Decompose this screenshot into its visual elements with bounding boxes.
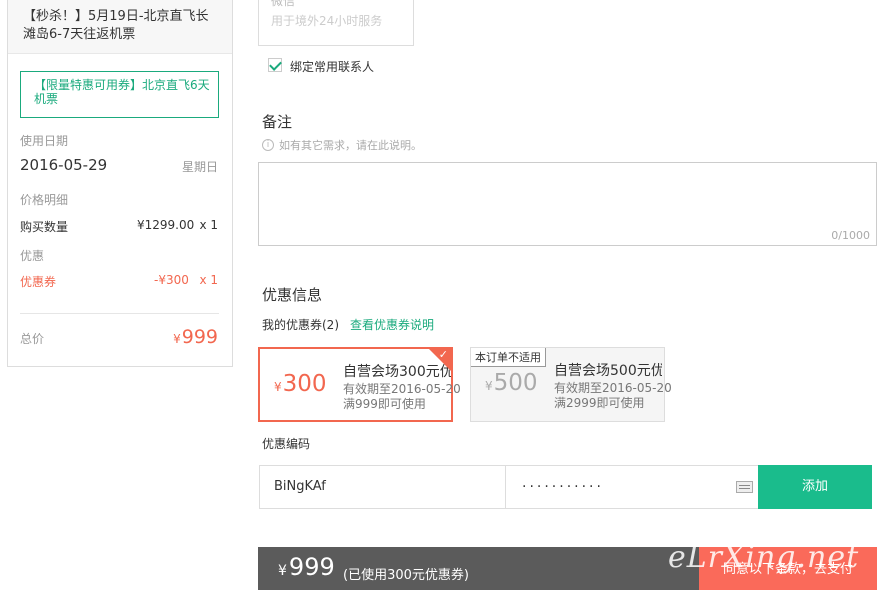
coupon-section-title: 优惠信息: [262, 286, 323, 304]
info-icon: i: [262, 139, 274, 151]
total-price: ¥999: [173, 326, 218, 348]
remark-title: 备注: [262, 113, 293, 131]
total-currency: ¥: [173, 332, 181, 346]
my-coupons-label: 我的优惠券(2): [262, 318, 339, 332]
watermark: eLrXing.net: [668, 540, 860, 575]
wechat-field[interactable]: 微信 用于境外24小时服务: [258, 0, 414, 46]
qty-value: x 1: [199, 218, 218, 232]
order-summary-panel: 【秒杀！】5月19日-北京直飞长滩岛6-7天往返机票 【限量特惠可用券】北京直飞…: [7, 0, 233, 367]
unit-price: ¥1299.00: [137, 218, 195, 232]
bind-contact-checkbox[interactable]: [268, 58, 282, 72]
coupon-currency: ¥: [485, 379, 493, 393]
coupon-discount-amount: -¥300: [154, 273, 189, 287]
pay-total: ¥999: [278, 553, 335, 581]
wechat-label: 微信: [271, 0, 296, 8]
qty-label: 购买数量: [20, 220, 69, 234]
remark-char-counter: 0/1000: [831, 229, 870, 242]
coupon-name: 自营会场500元优惠券: [554, 363, 662, 379]
not-applicable-tag: 本订单不适用: [471, 348, 546, 367]
bind-contact-label[interactable]: 绑定常用联系人: [290, 58, 374, 75]
order-page: 【秒杀！】5月19日-北京直飞长滩岛6-7天往返机票 【限量特惠可用券】北京直飞…: [0, 0, 877, 590]
coupon-password-input[interactable]: ···········: [505, 465, 759, 509]
pay-total-amount: 999: [288, 553, 335, 581]
coupon-amount-value: 500: [493, 370, 538, 396]
pay-currency: ¥: [278, 563, 287, 579]
remark-textarea[interactable]: 0/1000: [258, 162, 877, 246]
product-title: 【秒杀！】5月19日-北京直飞长滩岛6-7天往返机票: [8, 0, 232, 54]
weekday: 星期日: [181, 160, 218, 174]
coupon-discount-qty: x 1: [199, 273, 218, 287]
coupon-card-300[interactable]: ¥300 自营会场300元优惠券 有效期至2016-05-20 满999即可使用…: [258, 347, 461, 422]
keyboard-icon[interactable]: [736, 481, 753, 493]
remark-hint: 如有其它需求，请在此说明。: [279, 139, 422, 152]
wechat-placeholder: 用于境外24小时服务: [271, 14, 383, 28]
coupon-amount-value: 300: [282, 371, 327, 397]
summary-divider: [20, 313, 219, 314]
check-icon: ✓: [438, 348, 448, 361]
price-detail-label: 价格明细: [20, 193, 69, 207]
coupon-card-500: 本订单不适用 ¥500 自营会场500元优惠券 有效期至2016-05-20 满…: [470, 347, 672, 422]
coupon-currency: ¥: [274, 380, 282, 394]
add-coupon-button[interactable]: 添加: [758, 465, 872, 509]
total-label: 总价: [20, 332, 45, 346]
discount-label: 优惠: [20, 249, 45, 263]
date-value: 2016-05-29: [20, 156, 108, 174]
pay-coupon-note: (已使用300元优惠券): [343, 568, 469, 583]
coupon-condition: 满2999即可使用: [554, 396, 645, 410]
coupon-amount: ¥500: [485, 370, 538, 396]
coupon-explain-link[interactable]: 查看优惠券说明: [350, 316, 434, 333]
coupon-code-label: 优惠编码: [262, 437, 311, 451]
coupon-amount: ¥300: [274, 371, 327, 397]
coupon-row-label: 优惠券: [20, 275, 57, 289]
total-amount: 999: [181, 326, 218, 348]
coupon-condition: 满999即可使用: [343, 397, 426, 411]
coupon-code-input[interactable]: BiNgKAf: [259, 465, 506, 509]
date-label: 使用日期: [20, 134, 69, 148]
promo-note: 【限量特惠可用券】北京直飞6天机票: [20, 71, 219, 118]
